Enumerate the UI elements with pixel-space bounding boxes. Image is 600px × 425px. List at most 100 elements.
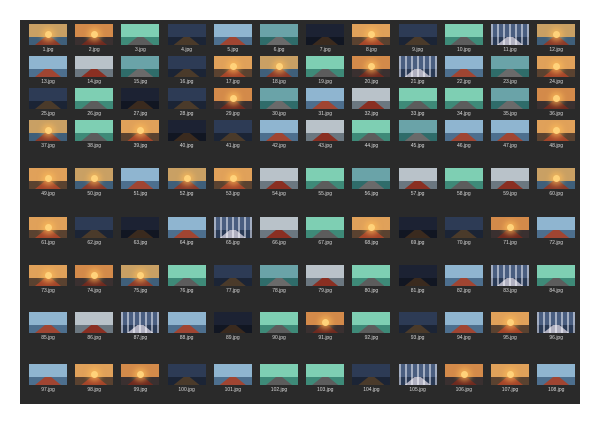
image-thumbnail[interactable] xyxy=(260,120,298,141)
image-thumbnail[interactable] xyxy=(398,120,437,141)
image-thumbnail[interactable] xyxy=(29,120,67,141)
image-thumbnail[interactable] xyxy=(491,24,529,45)
image-thumbnail[interactable] xyxy=(167,168,206,189)
image-thumbnail[interactable] xyxy=(398,56,437,77)
image-thumbnail[interactable] xyxy=(75,364,114,385)
image-thumbnail[interactable] xyxy=(491,265,529,286)
image-thumbnail[interactable] xyxy=(444,312,483,333)
image-thumbnail[interactable] xyxy=(167,24,206,45)
image-thumbnail[interactable] xyxy=(121,56,160,77)
image-thumbnail[interactable] xyxy=(537,24,576,45)
image-thumbnail[interactable] xyxy=(352,312,391,333)
image-thumbnail[interactable] xyxy=(352,88,391,109)
image-thumbnail[interactable] xyxy=(306,120,345,141)
image-thumbnail[interactable] xyxy=(444,168,483,189)
image-thumbnail[interactable] xyxy=(491,364,529,385)
image-thumbnail[interactable] xyxy=(398,88,437,109)
image-thumbnail[interactable] xyxy=(260,56,298,77)
image-thumbnail[interactable] xyxy=(260,88,298,109)
image-thumbnail[interactable] xyxy=(352,265,391,286)
image-thumbnail[interactable] xyxy=(213,24,252,45)
image-thumbnail[interactable] xyxy=(491,168,529,189)
image-thumbnail[interactable] xyxy=(260,265,298,286)
image-thumbnail[interactable] xyxy=(75,56,114,77)
image-thumbnail[interactable] xyxy=(260,217,298,238)
image-thumbnail[interactable] xyxy=(537,120,576,141)
image-thumbnail[interactable] xyxy=(306,217,345,238)
image-thumbnail[interactable] xyxy=(444,364,483,385)
image-thumbnail[interactable] xyxy=(352,120,391,141)
image-thumbnail[interactable] xyxy=(167,265,206,286)
image-thumbnail[interactable] xyxy=(121,217,160,238)
image-thumbnail[interactable] xyxy=(260,364,298,385)
image-thumbnail[interactable] xyxy=(213,120,252,141)
image-thumbnail[interactable] xyxy=(352,24,391,45)
image-thumbnail[interactable] xyxy=(29,88,67,109)
image-thumbnail[interactable] xyxy=(213,265,252,286)
image-thumbnail[interactable] xyxy=(121,120,160,141)
image-thumbnail[interactable] xyxy=(213,364,252,385)
image-thumbnail[interactable] xyxy=(213,56,252,77)
image-thumbnail[interactable] xyxy=(75,88,114,109)
image-thumbnail[interactable] xyxy=(352,217,391,238)
image-thumbnail[interactable] xyxy=(398,364,437,385)
image-thumbnail[interactable] xyxy=(75,312,114,333)
image-thumbnail[interactable] xyxy=(213,217,252,238)
image-thumbnail[interactable] xyxy=(121,265,160,286)
image-thumbnail[interactable] xyxy=(121,168,160,189)
image-thumbnail[interactable] xyxy=(537,364,576,385)
image-thumbnail[interactable] xyxy=(29,168,67,189)
image-thumbnail[interactable] xyxy=(537,88,576,109)
image-thumbnail[interactable] xyxy=(167,88,206,109)
image-thumbnail[interactable] xyxy=(537,217,576,238)
image-thumbnail[interactable] xyxy=(537,312,576,333)
image-thumbnail[interactable] xyxy=(121,24,160,45)
image-thumbnail[interactable] xyxy=(306,364,345,385)
image-thumbnail[interactable] xyxy=(306,168,345,189)
image-thumbnail[interactable] xyxy=(491,312,529,333)
image-thumbnail[interactable] xyxy=(167,120,206,141)
image-thumbnail[interactable] xyxy=(29,265,67,286)
image-thumbnail[interactable] xyxy=(398,168,437,189)
image-thumbnail[interactable] xyxy=(444,265,483,286)
image-thumbnail[interactable] xyxy=(491,120,529,141)
image-thumbnail[interactable] xyxy=(306,265,345,286)
image-thumbnail[interactable] xyxy=(29,24,67,45)
image-thumbnail[interactable] xyxy=(444,120,483,141)
image-thumbnail[interactable] xyxy=(537,56,576,77)
image-thumbnail[interactable] xyxy=(75,24,114,45)
image-thumbnail[interactable] xyxy=(213,88,252,109)
image-thumbnail[interactable] xyxy=(444,88,483,109)
image-thumbnail[interactable] xyxy=(121,312,160,333)
image-thumbnail[interactable] xyxy=(491,56,529,77)
image-thumbnail[interactable] xyxy=(29,217,67,238)
image-thumbnail[interactable] xyxy=(306,88,345,109)
image-thumbnail[interactable] xyxy=(29,312,67,333)
image-thumbnail[interactable] xyxy=(75,217,114,238)
image-thumbnail[interactable] xyxy=(167,217,206,238)
image-thumbnail[interactable] xyxy=(121,88,160,109)
image-thumbnail[interactable] xyxy=(167,312,206,333)
image-thumbnail[interactable] xyxy=(444,56,483,77)
image-thumbnail[interactable] xyxy=(352,364,391,385)
image-thumbnail[interactable] xyxy=(352,56,391,77)
image-thumbnail[interactable] xyxy=(213,168,252,189)
image-thumbnail[interactable] xyxy=(398,24,437,45)
image-thumbnail[interactable] xyxy=(491,217,529,238)
image-thumbnail[interactable] xyxy=(167,364,206,385)
image-thumbnail[interactable] xyxy=(537,168,576,189)
image-thumbnail[interactable] xyxy=(444,24,483,45)
image-thumbnail[interactable] xyxy=(29,364,67,385)
image-thumbnail[interactable] xyxy=(213,312,252,333)
image-thumbnail[interactable] xyxy=(537,265,576,286)
image-thumbnail[interactable] xyxy=(75,168,114,189)
image-thumbnail[interactable] xyxy=(306,312,345,333)
image-thumbnail[interactable] xyxy=(398,217,437,238)
image-thumbnail[interactable] xyxy=(75,120,114,141)
image-thumbnail[interactable] xyxy=(444,217,483,238)
image-thumbnail[interactable] xyxy=(398,265,437,286)
image-thumbnail[interactable] xyxy=(121,364,160,385)
image-thumbnail[interactable] xyxy=(491,88,529,109)
image-thumbnail[interactable] xyxy=(260,24,298,45)
image-thumbnail[interactable] xyxy=(260,312,298,333)
